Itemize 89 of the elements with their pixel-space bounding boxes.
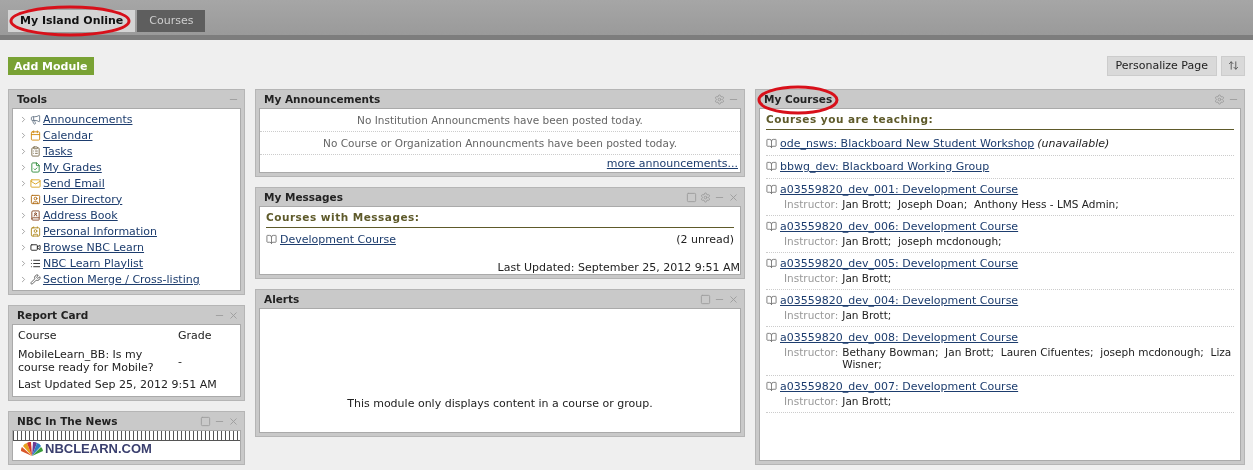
tool-link[interactable]: Tasks — [43, 144, 73, 158]
alert-message: This module only displays content in a course or group. — [347, 397, 653, 410]
instructor-names: Jan Brott; Joseph Doan; Anthony Hess - LMS Admin; — [842, 198, 1120, 210]
book-icon — [766, 258, 777, 269]
book-icon — [766, 381, 777, 392]
tool-link[interactable]: Address Book — [43, 208, 118, 222]
book-icon — [266, 234, 277, 245]
close-icon[interactable] — [228, 415, 239, 427]
instructor-names: Jan Brott; joseph mcdonough; — [842, 235, 1003, 247]
course-link[interactable]: ode_nsws: Blackboard New Student Workshop — [780, 137, 1035, 150]
tool-link[interactable]: Personal Information — [43, 224, 157, 238]
tool-link[interactable]: Calendar — [43, 128, 93, 142]
course-link[interactable]: a03559820_dev_005: Development Course — [780, 257, 1019, 270]
table-cell-text: - — [178, 354, 183, 368]
book-icon — [766, 332, 777, 343]
clipboard-icon — [30, 145, 41, 157]
megaphone-icon — [30, 113, 41, 125]
section-heading: Courses with Messages: — [266, 211, 734, 228]
window-icon[interactable] — [686, 191, 697, 203]
panel-title: Alerts — [264, 293, 300, 305]
instructor-label: Instructor: — [784, 198, 839, 210]
instructor-label: Instructor: — [784, 235, 839, 247]
last-updated: Last Updated Sep 25, 2012 9:51 AM — [17, 378, 218, 391]
settings-icon[interactable] — [714, 93, 725, 105]
wrench-icon — [30, 273, 41, 285]
up-down-arrows-icon — [1227, 60, 1239, 71]
announcement-text: No Institution Announcments have been posted today. — [260, 109, 740, 132]
tool-link[interactable]: Section Merge / Cross-listing — [43, 272, 200, 286]
close-icon[interactable] — [728, 191, 739, 203]
settings-icon[interactable] — [700, 191, 711, 203]
tool-link[interactable]: Announcements — [43, 112, 133, 126]
announcement-text: No Course or Organization Announcments have been posted today. — [260, 132, 740, 155]
course-link[interactable]: a03559820_dev_004: Development Course — [780, 294, 1019, 307]
instructor-label: Instructor: — [784, 309, 839, 321]
tool-link[interactable]: Browse NBC Learn — [43, 240, 145, 254]
panel-title: Tools — [17, 93, 48, 105]
logo-text: NBCLEARN.COM — [45, 441, 152, 456]
video-camera-icon — [30, 241, 41, 253]
list-icon — [30, 257, 41, 269]
column-header: Course — [18, 329, 58, 342]
course-link[interactable]: bbwg_dev: Blackboard Working Group — [780, 160, 990, 173]
settings-icon[interactable] — [1214, 93, 1225, 105]
book-icon — [766, 161, 777, 172]
tool-link[interactable]: NBC Learn Playlist — [43, 256, 144, 270]
tab[interactable]: Courses — [137, 10, 206, 32]
tool-link[interactable]: My Grades — [43, 160, 102, 174]
table-cell-text: MobileLearn_BB: Is my course ready for Mobile? — [18, 348, 155, 374]
panel-title: My Messages — [264, 191, 343, 203]
course-status: (unavailable) — [1037, 137, 1110, 150]
unread-count: (2 unread) — [676, 233, 734, 246]
column-header: Grade — [178, 329, 213, 342]
personalize-page-button[interactable]: Personalize Page — [1106, 55, 1217, 76]
book-icon — [766, 295, 777, 306]
close-icon[interactable] — [728, 293, 739, 305]
instructor-label: Instructor: — [784, 395, 839, 407]
book-icon — [766, 221, 777, 232]
window-icon[interactable] — [200, 415, 211, 427]
course-link[interactable]: a03559820_dev_008: Development Course — [780, 331, 1019, 344]
course-link[interactable]: a03559820_dev_006: Development Course — [780, 220, 1019, 233]
course-link[interactable]: Development Course — [280, 233, 396, 246]
more-announcements-link[interactable]: more announcements... — [606, 157, 738, 170]
instructor-names: Jan Brott; — [842, 309, 893, 321]
tool-link[interactable]: Send Email — [43, 176, 105, 190]
instructor-label: Instructor: — [784, 346, 839, 358]
close-icon[interactable] — [228, 309, 239, 321]
window-icon[interactable] — [700, 293, 711, 305]
panel-title: Report Card — [17, 309, 89, 321]
instructor-names: Jan Brott; — [842, 272, 893, 284]
mail-icon — [30, 177, 41, 189]
peacock-icon — [21, 441, 43, 456]
address-book-icon — [30, 209, 41, 221]
book-icon — [766, 184, 777, 195]
instructor-label: Instructor: — [784, 272, 839, 284]
reorder-button[interactable] — [1221, 55, 1245, 76]
panel-title: My Courses — [764, 93, 833, 105]
contact-card-icon — [30, 225, 41, 237]
document-check-icon — [30, 161, 41, 173]
user-icon — [30, 193, 41, 205]
instructor-names: Jan Brott; — [842, 395, 893, 407]
section-heading: Courses you are teaching: — [766, 113, 1234, 130]
panel-title: NBC In The News — [17, 415, 118, 427]
last-updated: Last Updated: September 25, 2012 9:51 AM — [496, 260, 740, 274]
course-link[interactable]: a03559820_dev_007: Development Course — [780, 380, 1019, 393]
book-icon — [766, 138, 777, 149]
panel-title: My Announcements — [264, 93, 381, 105]
course-link[interactable]: a03559820_dev_001: Development Course — [780, 183, 1019, 196]
instructor-names: Bethany Bowman; Jan Brott; Lauren Cifuentes; joseph mcdonough; Liza Wisner; — [842, 346, 1233, 370]
tool-link[interactable]: User Directory — [43, 192, 123, 206]
calendar-icon — [30, 129, 41, 141]
